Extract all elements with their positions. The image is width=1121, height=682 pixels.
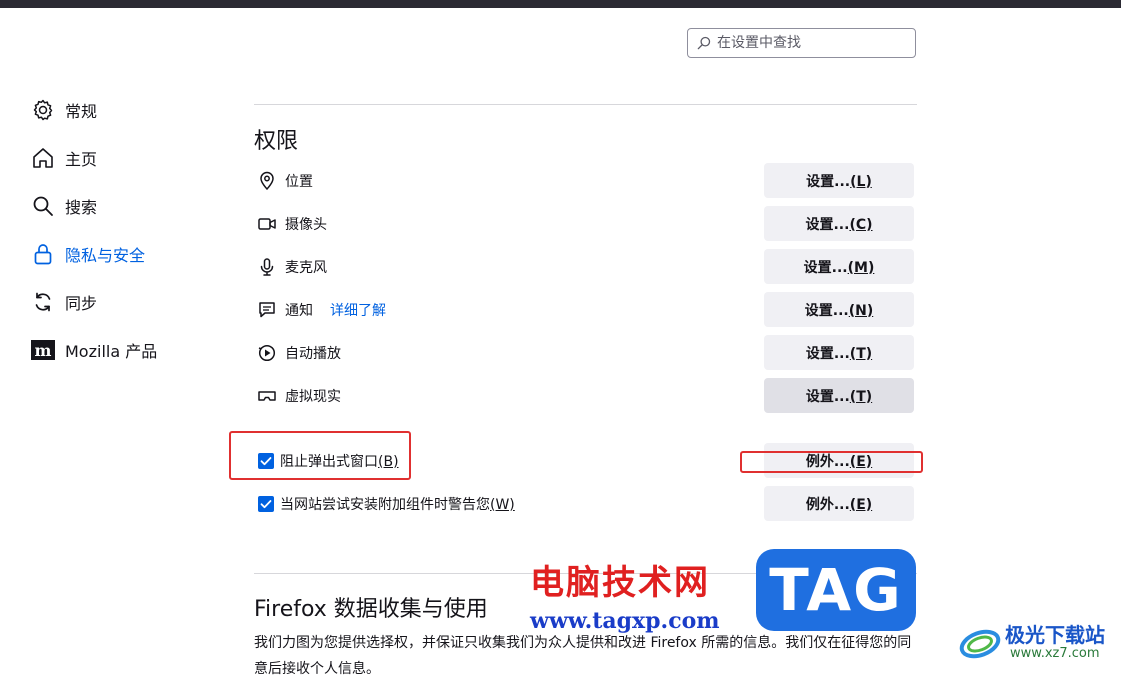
permission-label: 虚拟现实 [285,389,341,405]
block-popups-checkbox[interactable] [258,453,274,469]
vr-icon [258,391,276,401]
access-key: (E) [849,453,873,470]
access-key: (T) [849,345,873,362]
permission-row-virtual-reality: 虚拟现实 设置...(T) [254,378,914,414]
autoplay-settings-button[interactable]: 设置...(T) [764,335,914,370]
home-icon [31,146,55,170]
window-top-bar [0,0,1121,8]
sidebar-item-home[interactable]: 主页 [31,134,157,182]
watermark-site-url: www.tagxp.com [530,608,720,634]
permission-label: 通知 [285,303,313,319]
button-label: 设置... [805,388,850,405]
permission-row-microphone: 麦克风 设置...(M) [254,249,914,285]
button-label: 设置... [805,345,850,362]
settings-search-box[interactable] [687,28,916,58]
watermark-site-name: 电脑技术网 [530,563,710,603]
checkmark-icon [260,457,272,466]
permissions-title: 权限 [254,129,299,154]
search-input[interactable] [715,34,904,52]
permission-row-autoplay: 自动播放 设置...(T) [254,335,914,371]
button-label: 设置... [806,173,851,190]
access-key: (E) [849,496,873,513]
warn-addons-row: 当网站尝试安装附加组件时警告您(W) 例外...(E) [258,486,914,522]
permission-label: 麦克风 [285,260,327,276]
microphone-icon [260,258,274,276]
lock-icon [31,242,55,266]
search-icon [697,36,711,50]
svg-text:m: m [35,341,52,360]
notification-icon [259,302,275,318]
sync-icon [31,290,55,314]
access-key: (L) [850,173,872,190]
autoplay-icon [258,344,276,362]
permission-row-notifications: 通知 详细了解 设置...(N) [254,292,914,328]
permission-row-location: 位置 设置...(L) [254,163,914,199]
mozilla-icon: m [31,338,55,362]
sidebar-item-label: 主页 [65,150,98,169]
sidebar-item-label: Mozilla 产品 [65,342,158,361]
access-key: (C) [849,216,873,233]
checkbox-text: 阻止弹出式窗口 [280,454,378,470]
button-label: 设置... [803,259,848,276]
permission-row-camera: 摄像头 设置...(C) [254,206,914,242]
button-label: 设置... [805,216,850,233]
addon-exceptions-button[interactable]: 例外...(E) [764,486,914,521]
popup-exceptions-button[interactable]: 例外...(E) [764,443,914,478]
permission-label: 自动播放 [285,346,341,362]
microphone-settings-button[interactable]: 设置...(M) [764,249,914,284]
location-settings-button[interactable]: 设置...(L) [764,163,914,198]
sidebar-nav: 常规 主页 搜索 隐私与安全 同步 m Mozilla 产品 [31,86,157,374]
data-collection-description: 我们力图为您提供选择权，并保证只收集我们为众人提供和改进 Firefox 所需的… [254,635,912,677]
permission-label: 位置 [285,174,313,190]
access-key: (N) [848,302,874,319]
checkmark-icon [260,500,272,509]
sidebar-item-label: 隐私与安全 [65,246,146,265]
notifications-settings-button[interactable]: 设置...(N) [764,292,914,327]
aurora-logo-icon [959,629,1001,659]
location-icon [260,171,274,191]
watermark-brand: 极光下载站 [1005,623,1105,647]
sidebar-item-privacy-security[interactable]: 隐私与安全 [31,230,157,278]
block-popups-row: 阻止弹出式窗口(B) 例外...(E) [258,443,914,479]
button-label: 例外... [805,453,850,470]
button-label: 设置... [804,302,849,319]
camera-settings-button[interactable]: 设置...(C) [764,206,914,241]
button-label: 例外... [805,496,850,513]
sidebar-item-sync[interactable]: 同步 [31,278,157,326]
data-collection-title: Firefox 数据收集与使用 [254,597,488,622]
sidebar-item-search[interactable]: 搜索 [31,182,157,230]
warn-addons-checkbox[interactable] [258,496,274,512]
access-key: (T) [849,388,873,405]
warn-addons-label[interactable]: 当网站尝试安装附加组件时警告您(W) [280,494,515,514]
watermark-tag-logo: TAG [756,549,916,631]
checkbox-text: 当网站尝试安装附加组件时警告您 [280,497,490,513]
section-divider [254,104,917,105]
access-key: (W) [490,497,515,513]
sidebar-item-label: 搜索 [65,198,98,217]
watermark-brand-url: www.xz7.com [1010,646,1100,661]
vr-settings-button[interactable]: 设置...(T) [764,378,914,413]
sidebar-item-general[interactable]: 常规 [31,86,157,134]
camera-icon [258,218,276,230]
sidebar-item-mozilla-products[interactable]: m Mozilla 产品 [31,326,157,374]
gear-icon [31,98,55,122]
search-icon [31,194,55,218]
block-popups-label[interactable]: 阻止弹出式窗口(B) [280,451,399,471]
learn-more-link[interactable]: 详细了解 [330,300,386,320]
access-key: (M) [847,259,875,276]
sidebar-item-label: 常规 [65,102,98,121]
permission-label: 摄像头 [285,217,327,233]
access-key: (B) [378,454,399,470]
sidebar-item-label: 同步 [65,294,98,313]
